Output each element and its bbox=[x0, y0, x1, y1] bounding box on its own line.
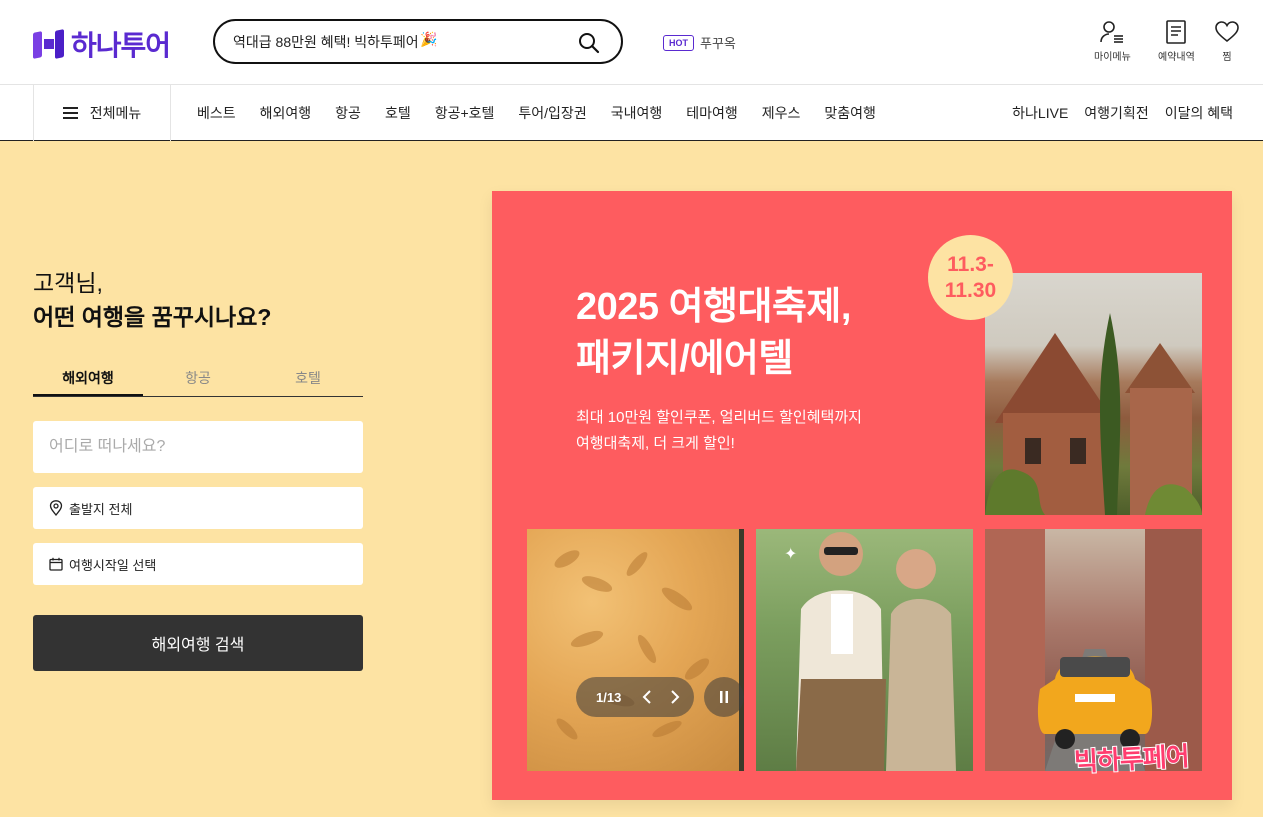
house-photo bbox=[985, 273, 1202, 515]
nav-item-tour-ticket[interactable]: 투어/입장권 bbox=[518, 103, 586, 123]
banner-title: 2025 여행대축제, 패키지/에어텔 bbox=[576, 281, 851, 385]
all-menu-button[interactable]: 전체메뉴 bbox=[33, 85, 171, 141]
heart-icon bbox=[1215, 21, 1239, 43]
main-section: 고객님, 어떤 여행을 꿈꾸시나요? 해외여행 항공 호텔 출발지 전체 여행시… bbox=[0, 141, 1263, 817]
greeting-line1: 고객님, bbox=[33, 270, 103, 296]
user-menu-icon bbox=[1100, 21, 1124, 43]
hamburger-icon bbox=[62, 107, 78, 119]
promo-banner[interactable]: 2025 여행대축제, 패키지/에어텔 최대 10만원 할인쿠폰, 얼리버드 할… bbox=[492, 191, 1232, 800]
nav-item-theme[interactable]: 테마여행 bbox=[686, 103, 738, 123]
nav-item-zeus[interactable]: 제우스 bbox=[762, 103, 801, 123]
street-car-photo bbox=[985, 529, 1202, 771]
reservations-label: 예약내역 bbox=[1158, 52, 1195, 63]
nav-item-flight[interactable]: 항공 bbox=[335, 103, 361, 123]
header: 하나투어 🎉 HOT 푸꾸옥 마이메뉴 예약내역 찜 bbox=[0, 0, 1263, 85]
search-tabs: 해외여행 항공 호텔 bbox=[33, 363, 363, 397]
departure-field[interactable]: 출발지 전체 bbox=[33, 487, 363, 529]
date-badge: 11.3- 11.30 bbox=[928, 235, 1013, 320]
couple-photo: ✦ bbox=[756, 529, 973, 771]
nav-item-best[interactable]: 베스트 bbox=[197, 103, 236, 123]
date-field[interactable]: 여행시작일 선택 bbox=[33, 543, 363, 585]
hot-keyword[interactable]: HOT 푸꾸옥 bbox=[663, 33, 736, 52]
destination-input[interactable] bbox=[49, 438, 363, 456]
hot-keyword-text[interactable]: 푸꾸옥 bbox=[700, 33, 736, 52]
reservations-button[interactable]: 예약내역 bbox=[1158, 20, 1195, 63]
tab-hotel[interactable]: 호텔 bbox=[253, 363, 363, 396]
tab-overseas[interactable]: 해외여행 bbox=[33, 363, 143, 396]
hanatour-logo[interactable]: 하나투어 bbox=[33, 24, 171, 64]
main-nav: 전체메뉴 베스트 해외여행 항공 호텔 항공+호텔 투어/입장권 국내여행 테마… bbox=[0, 85, 1263, 141]
greeting-line2: 어떤 여행을 꿈꾸시나요? bbox=[33, 304, 272, 330]
wishlist-button[interactable]: 찜 bbox=[1214, 20, 1240, 63]
nav-item-domestic[interactable]: 국내여행 bbox=[611, 103, 663, 123]
calendar-icon bbox=[49, 557, 63, 571]
slide-counter: 1/13 bbox=[596, 689, 622, 705]
all-menu-label: 전체메뉴 bbox=[89, 105, 142, 121]
nav-item-overseas[interactable]: 해외여행 bbox=[260, 103, 312, 123]
prev-slide-icon[interactable] bbox=[636, 686, 658, 708]
banner-title-line2: 패키지/에어텔 bbox=[576, 338, 793, 380]
nav-item-flight-hotel[interactable]: 항공+호텔 bbox=[435, 103, 495, 123]
big-hanatour-fair-logo: 빅하투페어 bbox=[1072, 740, 1190, 778]
nav-item-hotel[interactable]: 호텔 bbox=[385, 103, 411, 123]
search-input[interactable] bbox=[233, 31, 573, 53]
logo-text: 하나투어 bbox=[71, 30, 171, 61]
overseas-search-button[interactable]: 해외여행 검색 bbox=[33, 615, 363, 671]
svg-text:✦: ✦ bbox=[784, 544, 797, 563]
banner-title-line1: 2025 여행대축제, bbox=[576, 286, 851, 328]
search-icon[interactable] bbox=[577, 31, 601, 55]
slide-controls: 1/13 bbox=[576, 677, 694, 717]
logo-mark-icon bbox=[33, 28, 65, 60]
greeting: 고객님, 어떤 여행을 꿈꾸시나요? bbox=[33, 266, 271, 334]
nav-item-monthly-benefit[interactable]: 이달의 혜택 bbox=[1165, 103, 1233, 123]
my-menu-label: 마이메뉴 bbox=[1094, 52, 1131, 63]
destination-field[interactable] bbox=[33, 421, 363, 473]
next-slide-icon[interactable] bbox=[664, 686, 686, 708]
nav-item-exhibition[interactable]: 여행기획전 bbox=[1084, 103, 1148, 123]
pause-icon[interactable] bbox=[704, 677, 744, 717]
departure-text: 출발지 전체 bbox=[69, 501, 133, 517]
location-pin-icon bbox=[49, 500, 63, 516]
document-icon bbox=[1166, 20, 1187, 44]
banner-sub-line1: 최대 10만원 할인쿠폰, 얼리버드 할인혜택까지 bbox=[576, 409, 862, 426]
nav-item-live[interactable]: 하나LIVE bbox=[1012, 103, 1068, 123]
leaf-shadow-photo bbox=[527, 529, 744, 771]
hot-badge: HOT bbox=[663, 34, 694, 51]
my-menu-button[interactable]: 마이메뉴 bbox=[1094, 20, 1131, 63]
party-emoji: 🎉 bbox=[420, 31, 438, 47]
banner-subtitle: 최대 10만원 할인쿠폰, 얼리버드 할인혜택까지 여행대축제, 더 크게 할인… bbox=[576, 405, 862, 457]
date-line2: 11.30 bbox=[944, 278, 997, 302]
wishlist-label: 찜 bbox=[1222, 52, 1232, 63]
nav-item-custom[interactable]: 맞춤여행 bbox=[824, 103, 876, 123]
search-box[interactable]: 🎉 bbox=[213, 19, 623, 64]
date-text: 여행시작일 선택 bbox=[69, 557, 157, 573]
date-line1: 11.3- bbox=[947, 252, 994, 276]
tab-flight[interactable]: 항공 bbox=[143, 363, 253, 396]
banner-sub-line2: 여행대축제, 더 크게 할인! bbox=[576, 435, 735, 452]
